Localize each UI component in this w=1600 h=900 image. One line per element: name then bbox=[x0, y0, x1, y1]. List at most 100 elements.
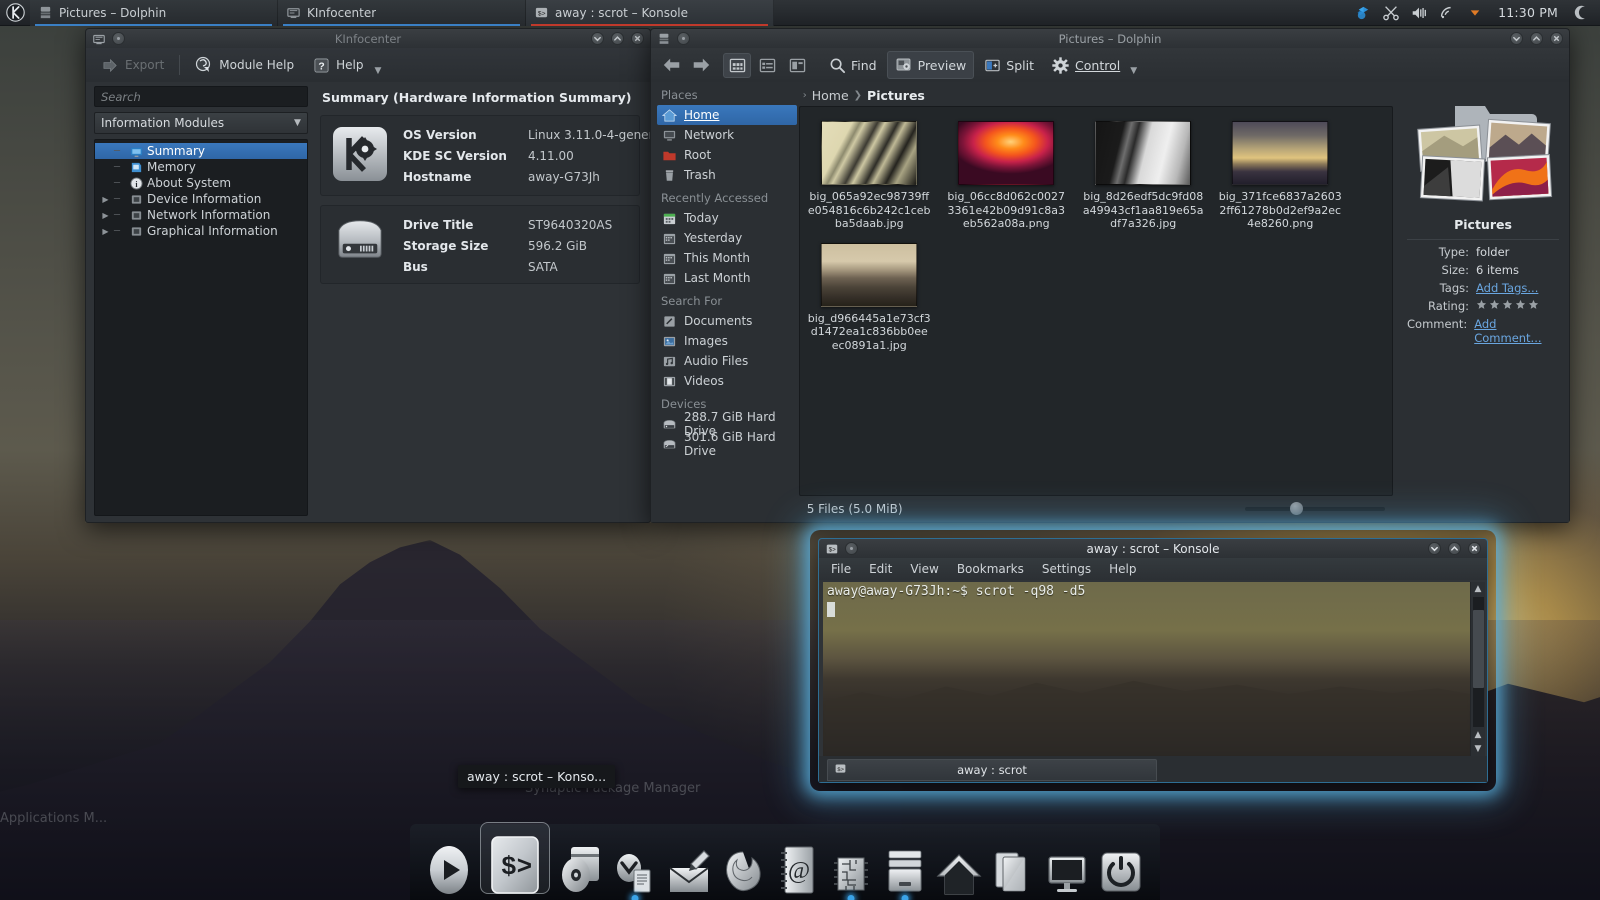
star-icon[interactable] bbox=[1515, 299, 1526, 310]
file-item[interactable]: big_371fce6837a26032ff61278b0d2ef9a2ec4e… bbox=[1217, 117, 1344, 235]
minimize-button[interactable] bbox=[591, 32, 604, 45]
place-item-trash[interactable]: Trash bbox=[657, 165, 797, 185]
preview-button[interactable]: Preview bbox=[886, 51, 975, 79]
view-columns-button[interactable] bbox=[783, 53, 811, 78]
star-icon[interactable] bbox=[1476, 299, 1487, 310]
dock-item-shutdown[interactable] bbox=[1096, 836, 1146, 896]
place-item-last-month[interactable]: Last Month bbox=[657, 268, 797, 288]
add-tags-link[interactable]: Add Tags... bbox=[1476, 281, 1538, 295]
menu-edit[interactable]: Edit bbox=[869, 562, 892, 576]
menu-settings[interactable]: Settings bbox=[1042, 562, 1091, 576]
dock-item-konsole[interactable]: $> bbox=[478, 822, 552, 896]
titlebar-menu-button[interactable] bbox=[677, 32, 690, 45]
tree-expander[interactable]: ▶ bbox=[101, 195, 110, 204]
tree-item-memory[interactable]: ─ Memory bbox=[95, 159, 307, 175]
dock-item-firefox[interactable] bbox=[718, 836, 768, 896]
dock-item-display-settings[interactable] bbox=[1042, 836, 1092, 896]
dock-item-k3b-burner[interactable] bbox=[556, 836, 606, 896]
rating-stars[interactable] bbox=[1476, 299, 1539, 313]
zoom-slider[interactable] bbox=[1245, 502, 1385, 515]
taskbar-item-konsole[interactable]: $> away : scrot – Konsole bbox=[526, 0, 774, 26]
place-item-videos[interactable]: Videos bbox=[657, 371, 797, 391]
breadcrumb-current[interactable]: Pictures bbox=[867, 88, 925, 103]
split-button[interactable]: Split bbox=[977, 53, 1041, 78]
star-icon[interactable] bbox=[1528, 299, 1539, 310]
close-button[interactable] bbox=[1468, 542, 1481, 555]
place-item-documents[interactable]: Documents bbox=[657, 311, 797, 331]
scroll-up-icon[interactable]: ▲ bbox=[1475, 582, 1482, 596]
maximize-button[interactable] bbox=[611, 32, 624, 45]
file-item[interactable]: big_06cc8d062c00273361e42b09d91c8a3eb562… bbox=[943, 117, 1070, 235]
file-item[interactable]: big_8d26edf5dc9fd08a49943cf1aa819e65adf7… bbox=[1080, 117, 1207, 235]
place-item-root[interactable]: Root bbox=[657, 145, 797, 165]
window-dolphin[interactable]: Pictures – Dolphin Find Preview Split Co… bbox=[650, 28, 1570, 523]
scrollbar-track[interactable] bbox=[1472, 597, 1484, 727]
klipper-icon[interactable] bbox=[1438, 4, 1456, 22]
terminal-scrollbar[interactable]: ▲ ▲ ▼ bbox=[1470, 582, 1485, 756]
tree-item-network-information[interactable]: ▶ ─ Network Information bbox=[95, 207, 307, 223]
back-button[interactable] bbox=[659, 53, 685, 77]
dock-item-home-folder[interactable] bbox=[934, 836, 984, 896]
scroll-up-secondary-icon[interactable]: ▲ bbox=[1475, 728, 1482, 742]
toolbar-overflow-icon[interactable]: ▼ bbox=[1130, 66, 1137, 76]
close-button[interactable] bbox=[1550, 32, 1563, 45]
dock-item-kmail[interactable] bbox=[664, 836, 714, 896]
file-grid-view[interactable]: big_065a92ec98739ffe054816c6b242c1cebba5… bbox=[798, 106, 1393, 496]
tree-item-graphical-information[interactable]: ▶ ─ Graphical Information bbox=[95, 223, 307, 239]
dock-item-package-manager[interactable] bbox=[610, 836, 660, 900]
scissors-icon[interactable] bbox=[1382, 4, 1400, 22]
taskbar-item-kinfocenter[interactable]: KInfocenter bbox=[278, 0, 526, 26]
dolphin-titlebar[interactable]: Pictures – Dolphin bbox=[650, 28, 1570, 48]
help-button[interactable]: ? Help bbox=[305, 53, 370, 77]
export-button[interactable]: Export bbox=[94, 53, 171, 77]
star-icon[interactable] bbox=[1502, 299, 1513, 310]
star-icon[interactable] bbox=[1489, 299, 1500, 310]
breadcrumb-home[interactable]: Home bbox=[812, 88, 849, 103]
tree-item-device-information[interactable]: ▶ ─ Device Information bbox=[95, 191, 307, 207]
toolbar-overflow-icon[interactable]: ▼ bbox=[374, 66, 381, 76]
view-details-button[interactable] bbox=[753, 53, 781, 78]
titlebar-menu-button[interactable] bbox=[845, 542, 858, 555]
minimize-button[interactable] bbox=[1510, 32, 1523, 45]
place-item-images[interactable]: Images bbox=[657, 331, 797, 351]
close-button[interactable] bbox=[631, 32, 644, 45]
zoom-slider-handle[interactable] bbox=[1289, 502, 1303, 515]
clock[interactable]: 11:30 PM bbox=[1494, 5, 1562, 20]
menu-file[interactable]: File bbox=[831, 562, 851, 576]
menu-help[interactable]: Help bbox=[1109, 562, 1136, 576]
place-item-yesterday[interactable]: Yesterday bbox=[657, 228, 797, 248]
tree-item-summary[interactable]: ─ Summary bbox=[95, 143, 307, 159]
maximize-button[interactable] bbox=[1448, 542, 1461, 555]
information-modules-tree[interactable]: ─ Summary ─ Memory ─ i About System ▶ ─ … bbox=[94, 139, 308, 516]
taskbar-item-dolphin[interactable]: Pictures – Dolphin bbox=[30, 0, 278, 26]
breadcrumb[interactable]: › Home ❯ Pictures bbox=[799, 84, 1393, 106]
kde-menu-button[interactable] bbox=[0, 0, 30, 26]
module-help-button[interactable]: Module Help bbox=[188, 53, 301, 77]
dock-item-kontact[interactable]: @ bbox=[772, 836, 822, 896]
dock-item-dolphin[interactable] bbox=[988, 836, 1038, 896]
tree-item-about-system[interactable]: ─ i About System bbox=[95, 175, 307, 191]
place-item-home[interactable]: Home bbox=[657, 105, 797, 125]
minimize-button[interactable] bbox=[1428, 542, 1441, 555]
zoom-slider-track[interactable] bbox=[1245, 502, 1385, 515]
titlebar-menu-button[interactable] bbox=[112, 32, 125, 45]
information-modules-combobox[interactable]: Information Modules ▼ bbox=[94, 112, 308, 134]
konsole-tab[interactable]: $> away : scrot bbox=[827, 759, 1157, 781]
place-item-hard-drive-301[interactable]: 301.6 GiB Hard Drive bbox=[657, 430, 797, 458]
menu-view[interactable]: View bbox=[910, 562, 938, 576]
tree-expander[interactable]: ▶ bbox=[101, 227, 110, 236]
add-comment-link[interactable]: Add Comment... bbox=[1474, 317, 1559, 345]
dock-item-file-archiver[interactable] bbox=[880, 836, 930, 900]
tree-expander[interactable]: ▶ bbox=[101, 211, 110, 220]
place-item-audio-files[interactable]: Audio Files bbox=[657, 351, 797, 371]
find-button[interactable]: Find bbox=[822, 53, 884, 78]
dock-item-media-player[interactable] bbox=[424, 836, 474, 896]
view-icons-button[interactable] bbox=[723, 52, 751, 78]
terminal-output[interactable]: away@away-G73Jh:~$ scrot -q98 -d5 bbox=[823, 582, 1470, 756]
maximize-button[interactable] bbox=[1530, 32, 1543, 45]
scroll-down-icon[interactable]: ▼ bbox=[1475, 742, 1482, 756]
file-item[interactable]: big_065a92ec98739ffe054816c6b242c1cebba5… bbox=[806, 117, 933, 235]
place-item-today[interactable]: Today bbox=[657, 208, 797, 228]
menu-bookmarks[interactable]: Bookmarks bbox=[957, 562, 1024, 576]
breadcrumb-root-icon[interactable]: › bbox=[803, 90, 807, 101]
